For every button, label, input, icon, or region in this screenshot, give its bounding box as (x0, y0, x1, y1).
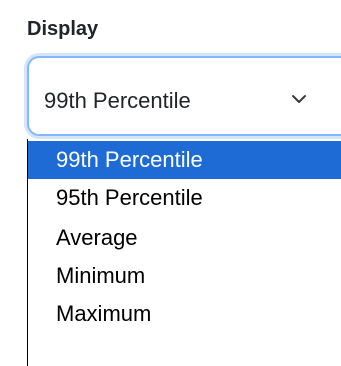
chevron-down-icon (292, 95, 306, 103)
display-select-value: 99th Percentile (44, 88, 191, 113)
display-label: Display (27, 18, 99, 40)
option-95th-percentile[interactable]: 95th Percentile (28, 179, 341, 217)
display-options-list: 99th Percentile 95th Percentile Average … (27, 139, 341, 366)
option-minimum[interactable]: Minimum (28, 257, 341, 295)
option-99th-percentile[interactable]: 99th Percentile (28, 141, 341, 179)
display-select[interactable]: 99th Percentile (27, 56, 341, 136)
option-average[interactable]: Average (28, 219, 341, 257)
option-maximum[interactable]: Maximum (28, 295, 341, 333)
display-select-widget: Display 99th Percentile 99th Percentile … (0, 0, 341, 366)
